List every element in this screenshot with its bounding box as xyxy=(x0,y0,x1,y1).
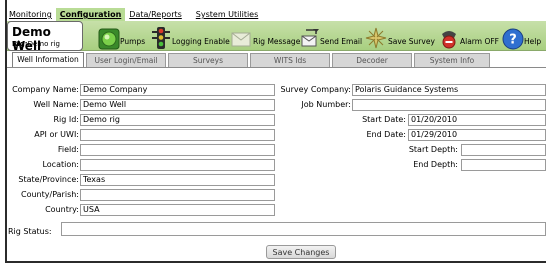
help-icon: ? xyxy=(502,28,524,50)
company-name-label: Company Name: xyxy=(12,85,79,94)
rig-label: Rig: xyxy=(12,40,28,48)
well-title: Demo Well xyxy=(12,25,51,53)
job-number-field[interactable] xyxy=(352,99,546,111)
tab-surveys[interactable]: Surveys xyxy=(168,53,248,67)
menu-configuration[interactable]: Configuration xyxy=(55,8,126,21)
api-uwi-label: API or UWI: xyxy=(34,130,79,139)
rig-status-field[interactable] xyxy=(61,222,546,236)
well-name-label: Well Name: xyxy=(33,100,79,109)
pumps-button[interactable]: Pumps xyxy=(98,24,145,50)
save-survey-button[interactable]: Save Survey xyxy=(364,24,435,50)
rig-status-label: Rig Status: xyxy=(8,227,52,236)
tab-user-login-email[interactable]: User Login/Email xyxy=(86,53,166,67)
tab-wits-ids[interactable]: WITS Ids xyxy=(250,53,330,67)
help-label: Help xyxy=(524,37,542,46)
api-uwi-field[interactable] xyxy=(80,129,275,141)
pumps-label: Pumps xyxy=(120,37,146,46)
rig-id-field[interactable]: Demo rig xyxy=(80,114,275,126)
rig-message-label: Rig Message xyxy=(253,37,301,46)
alarm-off-label: Alarm OFF xyxy=(460,37,499,46)
send-email-icon xyxy=(301,29,319,47)
country-field[interactable]: USA xyxy=(80,204,275,216)
menu-system-utilities[interactable]: System Utilities xyxy=(192,8,262,21)
field-field[interactable] xyxy=(80,144,275,156)
end-date-label: End Date: xyxy=(366,130,406,139)
company-name-field[interactable]: Demo Company xyxy=(80,84,275,96)
county-parish-label: County/Parish: xyxy=(21,190,79,199)
country-label: Country: xyxy=(45,205,79,214)
tab-system-info[interactable]: System Info xyxy=(414,53,490,67)
end-depth-field[interactable] xyxy=(461,159,546,171)
state-province-field[interactable]: Texas xyxy=(80,174,275,186)
survey-company-label: Survey Company: xyxy=(280,85,351,94)
svg-text:?: ? xyxy=(509,33,517,48)
compass-icon xyxy=(365,27,387,49)
menu-data-reports[interactable]: Data/Reports xyxy=(125,8,185,21)
logging-enable-button[interactable]: Logging Enable xyxy=(150,24,230,50)
pumps-icon xyxy=(98,28,120,50)
tab-divider xyxy=(7,67,546,68)
alarm-off-button[interactable]: Alarm OFF xyxy=(438,24,499,50)
tab-decoder[interactable]: Decoder xyxy=(332,53,412,67)
send-email-label: Send Email xyxy=(320,37,363,46)
county-parish-field[interactable] xyxy=(80,189,275,201)
well-rig: Rig:Demo rig xyxy=(12,40,60,48)
rig-value: Demo rig xyxy=(27,40,60,48)
save-changes-button[interactable]: Save Changes xyxy=(266,245,336,259)
location-label: Location: xyxy=(42,160,79,169)
send-email-button[interactable]: Send Email xyxy=(300,24,362,50)
end-date-field[interactable]: 01/29/2010 xyxy=(408,129,546,141)
tab-well-information[interactable]: Well Information xyxy=(12,52,84,68)
start-depth-label: Start Depth: xyxy=(408,145,458,154)
well-info-box: Demo Well Rig:Demo rig xyxy=(7,21,83,53)
logging-enable-label: Logging Enable xyxy=(172,37,230,46)
field-label: Field: xyxy=(57,145,79,154)
job-number-label: Job Number: xyxy=(301,100,351,109)
rig-id-label: Rig Id: xyxy=(53,115,79,124)
location-field[interactable] xyxy=(80,159,275,171)
envelope-icon xyxy=(231,32,251,47)
help-button[interactable]: ? Help xyxy=(502,24,541,50)
menu-monitoring[interactable]: Monitoring xyxy=(5,8,56,21)
rig-message-button[interactable]: Rig Message xyxy=(231,24,300,50)
start-date-field[interactable]: 01/20/2010 xyxy=(408,114,546,126)
traffic-light-icon xyxy=(152,27,170,49)
start-depth-field[interactable] xyxy=(461,144,546,156)
start-date-label: Start Date: xyxy=(362,115,406,124)
menu-bar: Monitoring Configuration Data/Reports Sy… xyxy=(5,8,262,21)
save-survey-label: Save Survey xyxy=(388,37,435,46)
survey-company-field[interactable]: Polaris Guidance Systems xyxy=(352,84,546,96)
well-name-field[interactable]: Demo Well xyxy=(80,99,275,111)
state-province-label: State/Province: xyxy=(18,175,79,184)
end-depth-label: End Depth: xyxy=(413,160,458,169)
alarm-off-icon xyxy=(442,31,456,49)
